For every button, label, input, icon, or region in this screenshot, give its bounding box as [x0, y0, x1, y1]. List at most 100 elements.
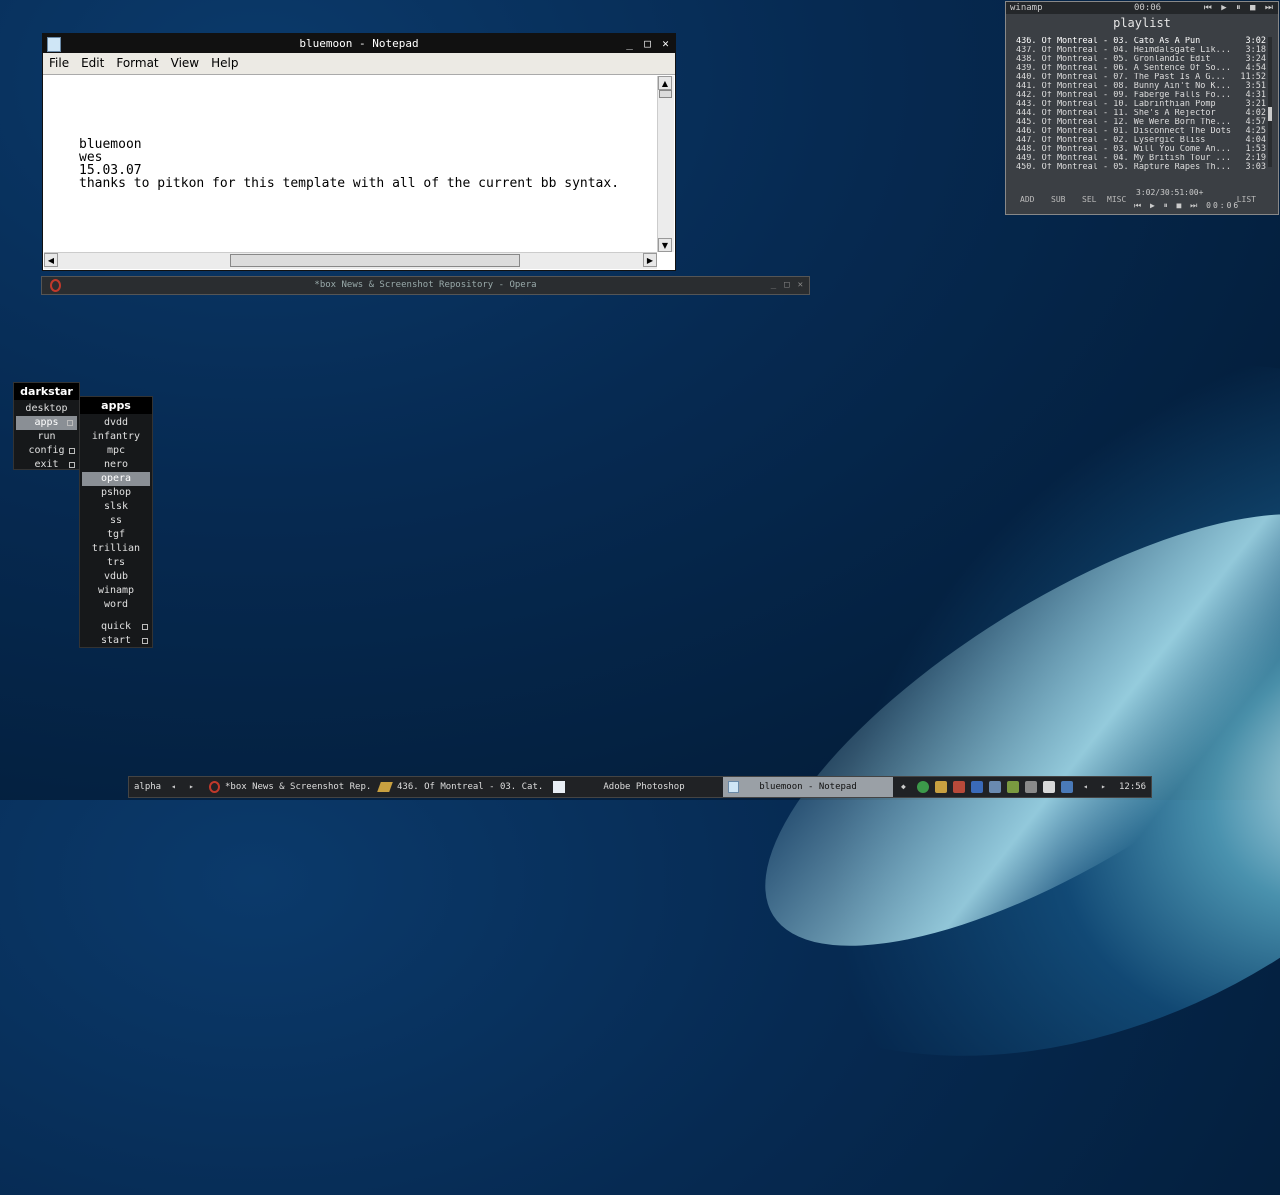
playlist-misc-button[interactable]: MISC: [1107, 195, 1126, 204]
playlist-row[interactable]: 447. Of Montreal - 02. Lysergic Bliss 4:0…: [1016, 136, 1266, 145]
tray-display-icon[interactable]: [989, 781, 1001, 793]
tray-app-icon[interactable]: [1025, 781, 1037, 793]
playlist-row[interactable]: 437. Of Montreal - 04. Heimdalsgate Lik.…: [1016, 46, 1266, 55]
minimize-button[interactable]: _: [622, 36, 637, 51]
wallpaper-light-streak-2: [704, 434, 1280, 1026]
tray-app-icon[interactable]: [935, 781, 947, 793]
opera-close-button[interactable]: ✕: [798, 277, 803, 294]
menu-item-desktop[interactable]: desktop: [14, 402, 79, 416]
notepad-menubar: File Edit Format View Help: [43, 53, 675, 75]
playlist-row[interactable]: 436. Of Montreal - 03. Cato As A Pun 3:02: [1016, 37, 1266, 46]
playlist-scroll-thumb[interactable]: [1268, 107, 1272, 121]
workspace-prev-button[interactable]: ◂: [171, 777, 176, 797]
notepad-task-icon: [728, 781, 739, 793]
tray-network-icon[interactable]: [971, 781, 983, 793]
task-opera[interactable]: *box News & Screenshot Rep...: [225, 777, 373, 797]
transport-buttons[interactable]: ⏮ ▶ ⏸ ■ ⏭: [1134, 201, 1199, 210]
scroll-right-icon[interactable]: ▶: [643, 253, 657, 267]
tray-app-icon[interactable]: [1043, 781, 1055, 793]
clock-prev-button[interactable]: ◂: [1083, 777, 1088, 797]
menu-file[interactable]: File: [43, 53, 75, 74]
task-winamp[interactable]: 436. Of Montreal - 03. Cat...: [397, 777, 545, 797]
workspace-next-button[interactable]: ▸: [189, 777, 194, 797]
menu-item-tgf[interactable]: tgf: [80, 528, 152, 542]
menu-view[interactable]: View: [165, 53, 205, 74]
track-title: 440. Of Montreal - 07. The Past Is A G..…: [1016, 73, 1226, 82]
tray-volume-icon[interactable]: [953, 781, 965, 793]
menu-item-config[interactable]: config: [14, 444, 79, 458]
playlist-row[interactable]: 439. Of Montreal - 06. A Sentence Of So.…: [1016, 64, 1266, 73]
tray-app-icon[interactable]: [1007, 781, 1019, 793]
playlist-row[interactable]: 445. Of Montreal - 12. We Were Born The.…: [1016, 118, 1266, 127]
workspace-label[interactable]: alpha: [134, 777, 161, 797]
menu-item-dvdd[interactable]: dvdd: [80, 416, 152, 430]
playlist-sel-button[interactable]: SEL: [1082, 195, 1096, 204]
vertical-scroll-thumb[interactable]: [659, 90, 672, 98]
playlist-row[interactable]: 442. Of Montreal - 09. Faberge Falls Fo.…: [1016, 91, 1266, 100]
playlist-row[interactable]: 441. Of Montreal - 08. Bunny Ain't No K.…: [1016, 82, 1266, 91]
menu-edit[interactable]: Edit: [75, 53, 110, 74]
tray-app-icon[interactable]: [1061, 781, 1073, 793]
vertical-scrollbar[interactable]: ▲ ▼: [657, 76, 674, 252]
playlist-row[interactable]: 449. Of Montreal - 04. My British Tour .…: [1016, 154, 1266, 163]
menu-item-infantry[interactable]: infantry: [80, 430, 152, 444]
task-photoshop[interactable]: Adobe Photoshop: [569, 777, 719, 797]
playlist-scrollbar[interactable]: [1268, 37, 1272, 167]
opera-maximize-button[interactable]: □: [784, 277, 789, 294]
maximize-button[interactable]: □: [640, 36, 655, 51]
winamp-mini-controls[interactable]: ⏮ ▶ ⏸ ■ ⏭: [1204, 2, 1275, 14]
menu-item-apps[interactable]: apps: [16, 416, 77, 430]
task-notepad[interactable]: bluemoon - Notepad: [723, 777, 893, 797]
menu-item-nero[interactable]: nero: [80, 458, 152, 472]
playlist-row[interactable]: 448. Of Montreal - 03. Will You Come An.…: [1016, 145, 1266, 154]
submenu-icon: [67, 420, 73, 426]
opera-window-titlebar[interactable]: *box News & Screenshot Repository - Oper…: [41, 276, 810, 295]
playlist-row[interactable]: 444. Of Montreal - 11. She's A Rejector 4…: [1016, 109, 1266, 118]
scroll-up-icon[interactable]: ▲: [658, 76, 672, 90]
playlist-list-button[interactable]: LIST: [1237, 195, 1256, 204]
scroll-down-icon[interactable]: ▼: [658, 238, 672, 252]
menu-format[interactable]: Format: [110, 53, 164, 74]
tray-app-icon[interactable]: [917, 781, 929, 793]
playlist-add-button[interactable]: ADD: [1020, 195, 1034, 204]
menu-item-ss[interactable]: ss: [80, 514, 152, 528]
menu-item-winamp[interactable]: winamp: [80, 584, 152, 598]
playlist[interactable]: 436. Of Montreal - 03. Cato As A Pun 3:02…: [1016, 37, 1266, 172]
menu-item-word[interactable]: word: [80, 598, 152, 612]
menu-item-exit[interactable]: exit: [14, 458, 79, 472]
track-title: 448. Of Montreal - 03. Will You Come An.…: [1016, 145, 1231, 154]
winamp-titlebar[interactable]: winamp 00:06 ⏮ ▶ ⏸ ■ ⏭: [1006, 2, 1278, 14]
clock-next-button[interactable]: ▸: [1101, 777, 1106, 797]
track-title: 450. Of Montreal - 05. Rapture Rapes Th.…: [1016, 163, 1231, 172]
menu-item-pshop[interactable]: pshop: [80, 486, 152, 500]
playlist-row[interactable]: 450. Of Montreal - 05. Rapture Rapes Th.…: [1016, 163, 1266, 172]
winamp-task-icon: [377, 782, 393, 792]
menu-item-trs[interactable]: trs: [80, 556, 152, 570]
menu-help[interactable]: Help: [205, 53, 244, 74]
tray-expand-icon[interactable]: ◆: [901, 777, 906, 797]
menu-item-vdub[interactable]: vdub: [80, 570, 152, 584]
menu-item-start[interactable]: start: [80, 634, 152, 648]
notepad-titlebar[interactable]: bluemoon - Notepad _ □ ✕: [43, 34, 675, 53]
track-title: 444. Of Montreal - 11. She's A Rejector: [1016, 109, 1216, 118]
close-button[interactable]: ✕: [658, 36, 673, 51]
menu-item-quick[interactable]: quick: [80, 620, 152, 634]
apps-menu-title: apps: [80, 397, 152, 414]
notepad-title: bluemoon - Notepad: [299, 37, 419, 50]
opera-minimize-button[interactable]: _: [771, 277, 776, 294]
menu-item-trillian[interactable]: trillian: [80, 542, 152, 556]
playlist-transport-controls[interactable]: ⏮ ▶ ⏸ ■ ⏭ 00:06: [1134, 201, 1240, 211]
notepad-text-area[interactable]: bluemoon wes 15.03.07 thanks to pitkon f…: [45, 76, 657, 252]
menu-item-run[interactable]: run: [14, 430, 79, 444]
playlist-row[interactable]: 440. Of Montreal - 07. The Past Is A G..…: [1016, 73, 1266, 82]
menu-item-slsk[interactable]: slsk: [80, 500, 152, 514]
playlist-sub-button[interactable]: SUB: [1051, 195, 1065, 204]
playlist-row[interactable]: 446. Of Montreal - 01. Disconnect The Do…: [1016, 127, 1266, 136]
menu-item-opera[interactable]: opera: [82, 472, 150, 486]
scroll-left-icon[interactable]: ◀: [44, 253, 58, 267]
horizontal-scrollbar[interactable]: ◀ ▶: [44, 252, 657, 269]
playlist-row[interactable]: 443. Of Montreal - 10. Labrinthian Pomp 3…: [1016, 100, 1266, 109]
playlist-row[interactable]: 438. Of Montreal - 05. Gronlandic Edit 3:…: [1016, 55, 1266, 64]
menu-item-mpc[interactable]: mpc: [80, 444, 152, 458]
horizontal-scroll-thumb[interactable]: [230, 254, 520, 267]
